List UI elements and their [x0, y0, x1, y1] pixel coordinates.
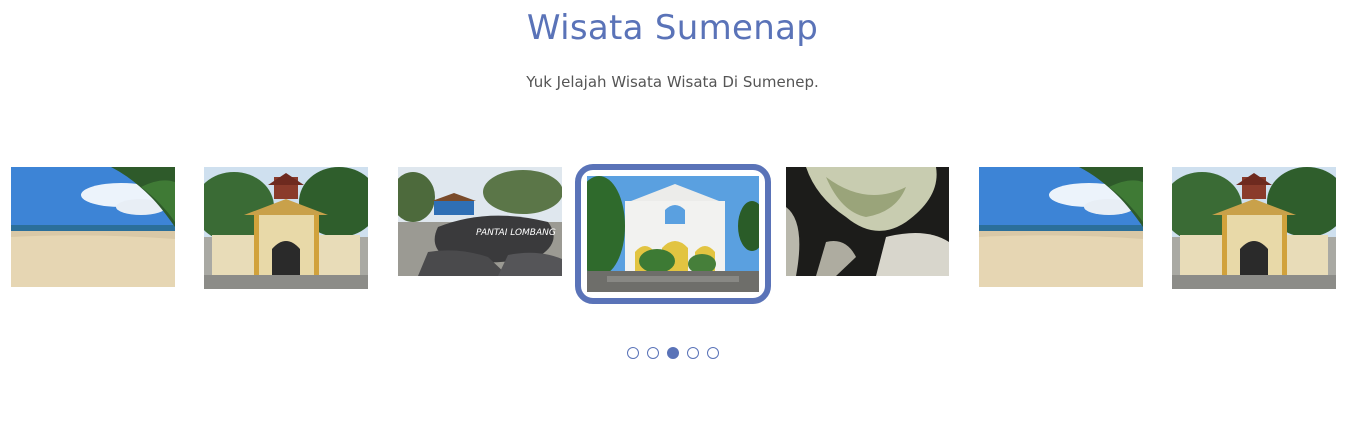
carousel-slide-beach-clone[interactable] [979, 167, 1143, 287]
rock-sign-text: PANTAI LOMBANG [476, 228, 556, 238]
gate-image [204, 167, 368, 289]
beach-image [11, 167, 175, 287]
carousel-dot-1[interactable] [627, 347, 639, 359]
carousel-dot-4[interactable] [687, 347, 699, 359]
carousel-dot-3-active[interactable] [667, 347, 679, 359]
carousel-slide-rock-sign[interactable]: PANTAI LOMBANG [398, 167, 562, 276]
carousel-slide-gate[interactable] [204, 167, 368, 289]
carousel-slide-gate-clone[interactable] [1172, 167, 1336, 289]
section-subtitle: Yuk Jelajah Wisata Wisata Di Sumenep. [526, 73, 819, 91]
carousel-pagination [627, 347, 719, 359]
tourism-section: Wisata Sumenap Yuk Jelajah Wisata Wisata… [0, 0, 1345, 438]
carousel-dot-2[interactable] [647, 347, 659, 359]
beach-image [979, 167, 1143, 287]
carousel-slide-palace-gate-active[interactable] [575, 164, 771, 304]
carousel-dot-5[interactable] [707, 347, 719, 359]
carousel-slide-cave[interactable] [786, 167, 949, 276]
gate-image [1172, 167, 1336, 289]
section-title: Wisata Sumenap [526, 8, 819, 48]
cave-image [786, 167, 949, 276]
carousel-slide-beach[interactable] [11, 167, 175, 287]
active-slide-frame [587, 176, 759, 292]
rock-sign-image: PANTAI LOMBANG [398, 167, 562, 276]
palace-gate-image [587, 176, 759, 292]
